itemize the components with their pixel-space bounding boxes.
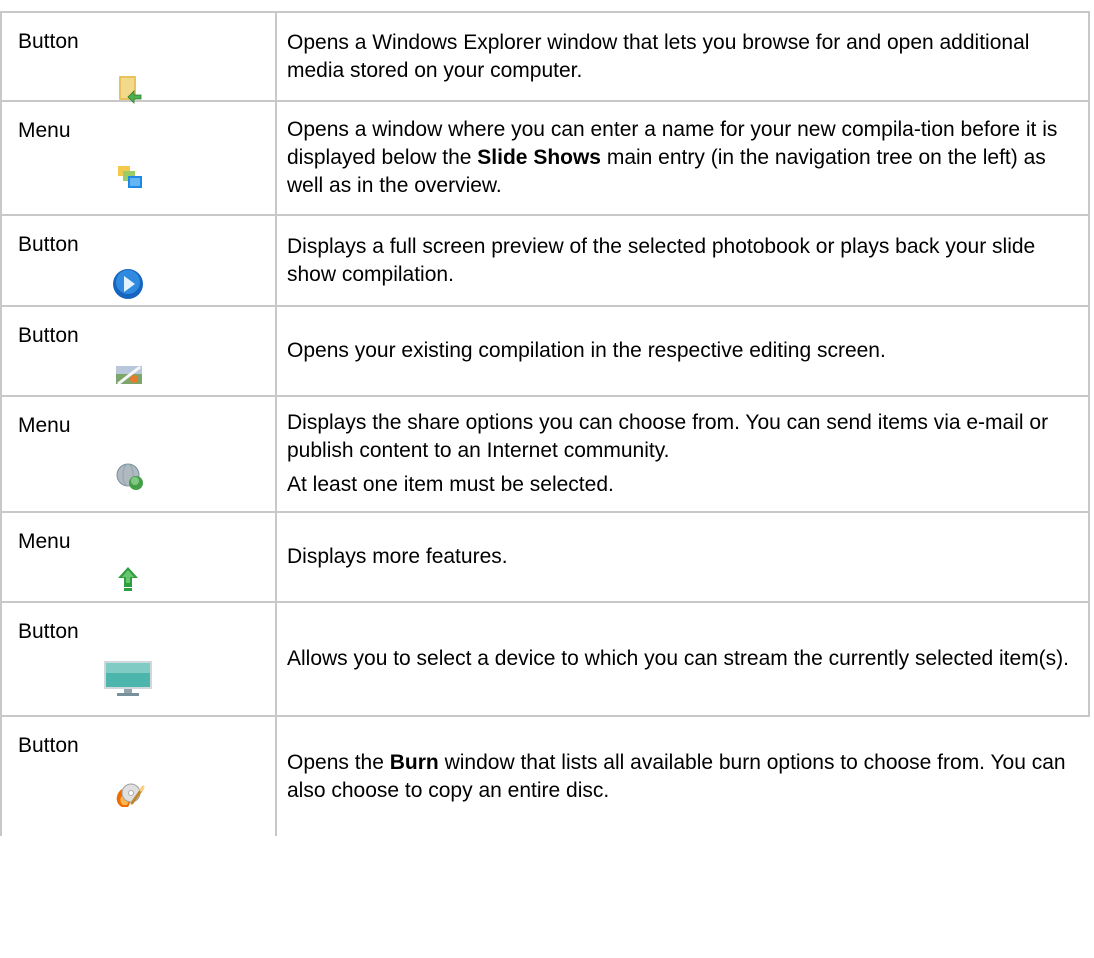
share-globe-icon: [116, 463, 143, 490]
description-text: Displays the share options you can choos…: [287, 411, 1049, 462]
description-cell: Opens a Windows Explorer window that let…: [276, 11, 1090, 101]
burn-disc-icon: [116, 783, 145, 807]
table-row: Button Opens the Burn window that lists …: [0, 715, 1089, 836]
type-label: Menu: [18, 530, 71, 553]
description-cell: Displays a full screen preview of the se…: [276, 214, 1090, 306]
type-label: Button: [18, 233, 79, 256]
description-cell: Opens your existing compilation in the r…: [276, 305, 1090, 396]
type-cell: Button: [0, 601, 277, 716]
description-cell: Opens the Burn window that lists all ava…: [276, 715, 1089, 836]
description-text: Opens a window where you can enter a nam…: [287, 118, 1058, 197]
table-row: Menu Opens a window where you can enter …: [0, 100, 1090, 215]
description-text: Displays a full screen preview of the se…: [287, 234, 1036, 286]
table-row: Menu Displays the share options you can …: [0, 395, 1090, 512]
type-label: Button: [18, 324, 79, 347]
description-text: Displays more features.: [287, 545, 508, 568]
description-text: Opens your existing compilation in the r…: [287, 339, 886, 362]
description-note: At least one item must be selected.: [287, 473, 614, 496]
up-arrow-icon: [118, 567, 138, 591]
type-label: Button: [18, 734, 79, 757]
description-text: Allows you to select a device to which y…: [287, 647, 1070, 670]
feature-table: Button Opens a Windows Explorer window t…: [0, 11, 1090, 836]
bold-term: Burn: [389, 750, 439, 774]
table-row: Button Allows you to select a device to …: [0, 601, 1090, 716]
description-cell: Displays the share options you can choos…: [276, 395, 1090, 512]
type-cell: Menu: [0, 511, 277, 602]
type-cell: Button: [0, 214, 277, 306]
new-compilation-icon: [118, 166, 142, 188]
type-label: Button: [18, 30, 79, 53]
play-icon: [113, 269, 143, 299]
type-label: Button: [18, 620, 79, 643]
type-cell: Button: [0, 305, 277, 396]
type-label: Menu: [18, 414, 71, 437]
type-cell: Menu: [0, 395, 277, 512]
description-text: Opens a Windows Explorer window that let…: [287, 30, 1030, 82]
table-row: Menu Displays more features.: [0, 511, 1090, 602]
table-row: Button Displays a full screen preview of…: [0, 214, 1090, 306]
type-label: Menu: [18, 119, 71, 142]
edit-photo-icon: [116, 365, 142, 386]
type-cell: Button: [0, 715, 277, 836]
description-cell: Allows you to select a device to which y…: [276, 601, 1090, 716]
table-row: Button Opens your existing compilation i…: [0, 305, 1090, 396]
bold-term: Slide Shows: [477, 146, 601, 169]
type-cell: Button: [0, 11, 277, 104]
table-row: Button Opens a Windows Explorer window t…: [0, 11, 1090, 104]
description-text: Opens the Burn window that lists all ava…: [287, 750, 1066, 802]
description-cell: Displays more features.: [276, 511, 1090, 602]
monitor-icon: [104, 661, 152, 696]
description-cell: Opens a window where you can enter a nam…: [276, 100, 1090, 215]
type-cell: Menu: [0, 100, 277, 215]
